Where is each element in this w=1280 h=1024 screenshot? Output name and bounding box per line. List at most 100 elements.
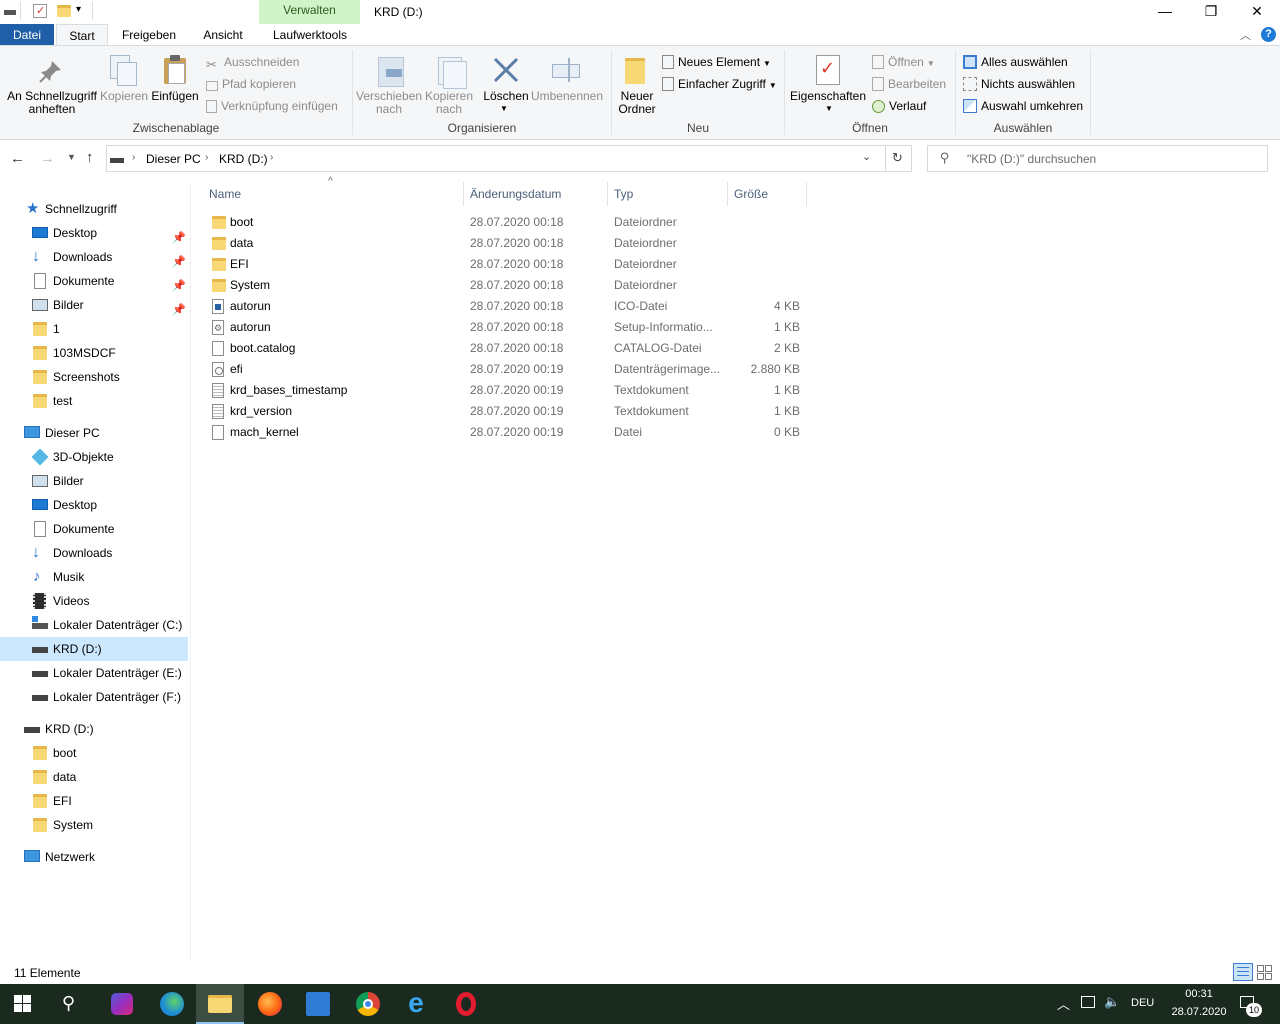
photos-icon[interactable] <box>294 984 342 1024</box>
nav-item-folder[interactable]: EFI <box>0 789 188 813</box>
column-separator[interactable] <box>806 182 807 206</box>
invert-selection-button[interactable]: Auswahl umkehren <box>963 96 1083 116</box>
new-item-button[interactable]: Neues Element ▼ <box>662 52 771 72</box>
clock-time[interactable]: 00:31 <box>1166 988 1232 1000</box>
paste-button[interactable]: Einfügen <box>150 90 200 103</box>
copy-path-button[interactable]: Pfad kopieren <box>206 74 296 94</box>
tab-ansicht[interactable]: Ansicht <box>192 24 254 46</box>
column-separator[interactable] <box>463 182 464 206</box>
chrome-icon[interactable] <box>344 984 392 1024</box>
file-row[interactable]: mach_kernel 28.07.2020 00:19 Datei 0 KB <box>208 422 808 443</box>
nav-item-music[interactable]: ♪ Musik <box>0 565 188 589</box>
file-row[interactable]: data 28.07.2020 00:18 Dateiordner <box>208 233 808 254</box>
chevron-right-icon[interactable]: › <box>270 152 273 163</box>
nav-item-documents[interactable]: Dokumente 📌 <box>0 269 188 293</box>
nav-item-videos[interactable]: Videos <box>0 589 188 613</box>
nav-item-folder[interactable]: 1 <box>0 317 188 341</box>
nav-item-folder[interactable]: Screenshots <box>0 365 188 389</box>
internet-explorer-icon[interactable]: e <box>392 984 440 1024</box>
column-header-type[interactable]: Typ <box>614 184 633 204</box>
nav-item-folder[interactable]: test <box>0 389 188 413</box>
file-row[interactable]: krd_bases_timestamp 28.07.2020 00:19 Tex… <box>208 380 808 401</box>
open-button[interactable]: Öffnen ▼ <box>872 52 935 72</box>
clock-date[interactable]: 28.07.2020 <box>1160 1006 1238 1018</box>
file-row[interactable]: krd_version 28.07.2020 00:19 Textdokumen… <box>208 401 808 422</box>
file-explorer-icon[interactable] <box>196 984 244 1024</box>
input-language[interactable]: DEU <box>1131 997 1154 1009</box>
minimize-button[interactable]: — <box>1142 0 1188 24</box>
edit-button[interactable]: Bearbeiten <box>872 74 946 94</box>
help-icon[interactable]: ? <box>1261 27 1276 42</box>
details-view-icon[interactable] <box>1233 963 1253 981</box>
properties-quick-icon[interactable]: ✓ <box>33 4 47 18</box>
paste-shortcut-button[interactable]: Verknüpfung einfügen <box>206 96 338 116</box>
nav-item-drive-e[interactable]: Lokaler Datenträger (E:) <box>0 661 188 685</box>
breadcrumb-this-pc[interactable]: Dieser PC <box>146 152 201 166</box>
nav-item-folder[interactable]: System <box>0 813 188 837</box>
tab-laufwerktools[interactable]: Laufwerktools <box>262 24 358 46</box>
nav-this-pc[interactable]: Dieser PC <box>0 421 188 445</box>
nav-item-folder[interactable]: data <box>0 765 188 789</box>
firefox-icon[interactable] <box>246 984 294 1024</box>
edge-icon[interactable] <box>148 984 196 1024</box>
search-input[interactable]: "KRD (D:)" durchsuchen <box>967 152 1096 166</box>
tab-freigeben[interactable]: Freigeben <box>114 24 184 46</box>
show-hidden-icons-icon[interactable]: ︿ <box>1057 994 1070 1013</box>
delete-button[interactable]: Löschen <box>482 90 530 103</box>
nav-item-downloads[interactable]: ↓ Downloads <box>0 541 188 565</box>
cut-button[interactable]: ✂ Ausschneiden <box>206 52 299 72</box>
forward-arrow-icon[interactable]: → <box>40 150 55 167</box>
close-button[interactable]: ✕ <box>1234 0 1280 24</box>
copy-button[interactable]: Kopieren <box>100 90 148 103</box>
pin-quick-access-button[interactable]: An Schnellzugriff anheften <box>2 90 102 116</box>
file-row[interactable]: ⚙ autorun 28.07.2020 00:18 Setup-Informa… <box>208 317 808 338</box>
maximize-button[interactable]: ❐ <box>1188 0 1234 24</box>
column-header-name[interactable]: Name <box>209 184 241 204</box>
nav-item-folder[interactable]: 103MSDCF <box>0 341 188 365</box>
column-header-date[interactable]: Änderungsdatum <box>470 184 561 204</box>
nav-item-downloads[interactable]: ↓ Downloads 📌 <box>0 245 188 269</box>
nav-item-folder[interactable]: boot <box>0 741 188 765</box>
nav-item-pictures[interactable]: Bilder <box>0 469 188 493</box>
windows-start-icon[interactable] <box>14 995 32 1013</box>
properties-dropdown-icon[interactable]: ▼ <box>825 104 833 113</box>
file-row[interactable]: autorun 28.07.2020 00:18 ICO-Datei 4 KB <box>208 296 808 317</box>
network-tray-icon[interactable] <box>1081 996 1095 1008</box>
nav-item-drive-c[interactable]: Lokaler Datenträger (C:) <box>0 613 188 637</box>
file-row[interactable]: EFI 28.07.2020 00:18 Dateiordner <box>208 254 808 275</box>
file-row[interactable]: boot.catalog 28.07.2020 00:18 CATALOG-Da… <box>208 338 808 359</box>
chevron-right-icon[interactable]: › <box>205 152 208 163</box>
move-to-button[interactable]: Verschieben nach <box>356 90 422 116</box>
quick-access-toolbar-dropdown-icon[interactable]: ▾ <box>76 4 81 15</box>
rename-button[interactable]: Umbenennen <box>530 90 604 103</box>
refresh-icon[interactable]: ↻ <box>892 150 903 166</box>
tab-start[interactable]: Start <box>56 24 108 46</box>
nav-item-3d-objects[interactable]: 3D-Objekte <box>0 445 188 469</box>
nav-quick-access[interactable]: ★ Schnellzugriff <box>0 197 188 221</box>
file-row[interactable]: System 28.07.2020 00:18 Dateiordner <box>208 275 808 296</box>
easy-access-button[interactable]: Einfacher Zugriff ▼ <box>662 74 777 94</box>
instagram-icon[interactable] <box>98 984 146 1024</box>
address-dropdown-icon[interactable]: ⌄ <box>862 150 871 163</box>
new-folder-button[interactable]: Neuer Ordner <box>614 90 660 116</box>
breadcrumb-krd-drive[interactable]: KRD (D:) <box>219 152 268 166</box>
volume-icon[interactable]: 🔈 <box>1104 994 1120 1010</box>
collapse-ribbon-icon[interactable]: ︿ <box>1240 27 1251 43</box>
tab-datei[interactable]: Datei <box>0 24 54 46</box>
large-icons-view-icon[interactable] <box>1257 965 1272 980</box>
recent-locations-icon[interactable]: ▼ <box>67 152 76 162</box>
select-all-button[interactable]: Alles auswählen <box>963 52 1068 72</box>
opera-icon[interactable] <box>442 984 490 1024</box>
nav-item-drive-d[interactable]: KRD (D:) <box>0 637 188 661</box>
nav-network[interactable]: Netzwerk <box>0 845 188 869</box>
nav-drive-krd[interactable]: KRD (D:) <box>0 717 188 741</box>
search-icon[interactable]: ⚲ <box>62 993 75 1014</box>
properties-button[interactable]: Eigenschaften <box>788 90 868 103</box>
delete-dropdown-icon[interactable]: ▼ <box>500 104 508 113</box>
copy-to-button[interactable]: Kopieren nach <box>422 90 476 116</box>
history-button[interactable]: Verlauf <box>872 96 926 116</box>
column-separator[interactable] <box>607 182 608 206</box>
new-folder-quick-icon[interactable] <box>57 5 71 17</box>
file-row[interactable]: boot 28.07.2020 00:18 Dateiordner <box>208 212 808 233</box>
nav-item-desktop[interactable]: Desktop 📌 <box>0 221 188 245</box>
